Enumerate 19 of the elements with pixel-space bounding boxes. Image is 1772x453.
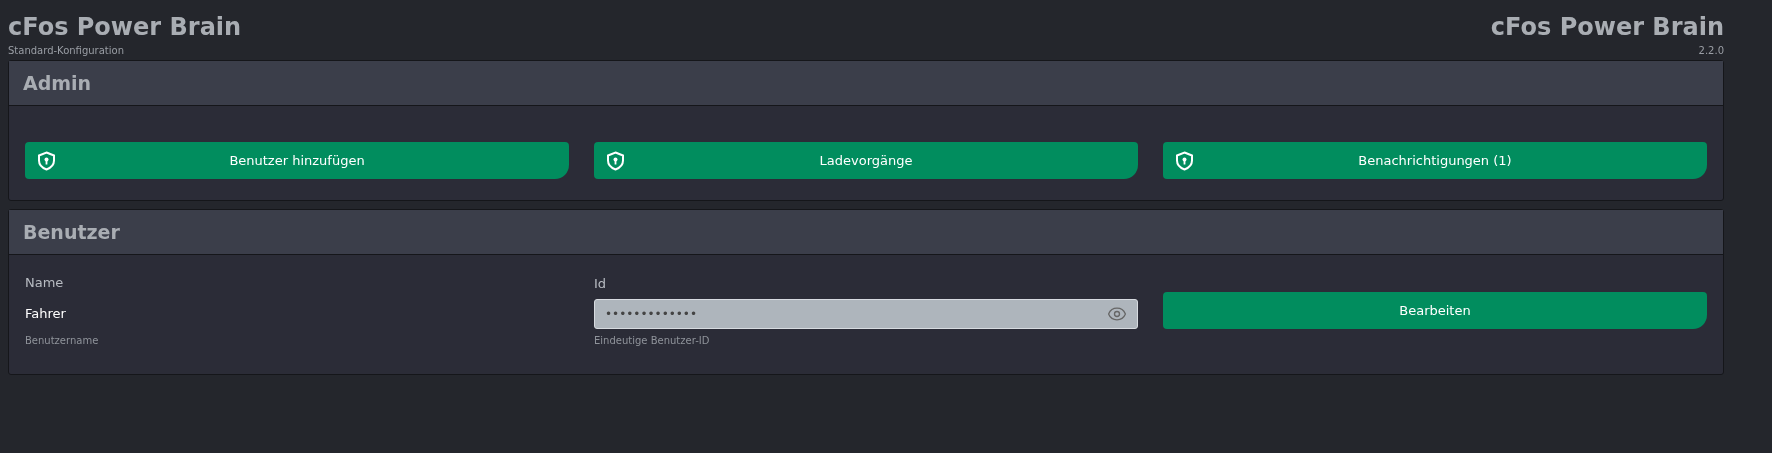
admin-button[interactable]: Benachrichtigungen (1): [1163, 142, 1707, 179]
admin-button[interactable]: Benutzer hinzufügen: [25, 142, 569, 179]
version-number: 2.2.0: [1698, 44, 1724, 58]
field-label: Name: [25, 275, 65, 290]
panel-title: Benutzer: [23, 221, 120, 243]
admin-button[interactable]: Ladevorgänge: [594, 142, 1138, 179]
config-name: Standard-Konfiguration: [8, 44, 124, 58]
brand-name: cFos Power Brain: [1490, 12, 1724, 42]
panel-title: Admin: [23, 72, 92, 94]
user-name: Fahrer: [25, 306, 67, 321]
field-label: Id: [594, 275, 608, 291]
shield-keyhole-icon: [606, 151, 625, 171]
id-field[interactable]: •••••••••••••: [594, 298, 1138, 329]
edit-button[interactable]: Bearbeiten: [1163, 292, 1707, 329]
shield-keyhole-icon: [1175, 151, 1194, 171]
shield-keyhole-icon: [37, 151, 56, 171]
field-hint: Benutzername: [25, 335, 100, 346]
app-title: cFos Power Brain: [8, 12, 242, 42]
field-hint: Eindeutige Benutzer-ID: [594, 334, 711, 346]
